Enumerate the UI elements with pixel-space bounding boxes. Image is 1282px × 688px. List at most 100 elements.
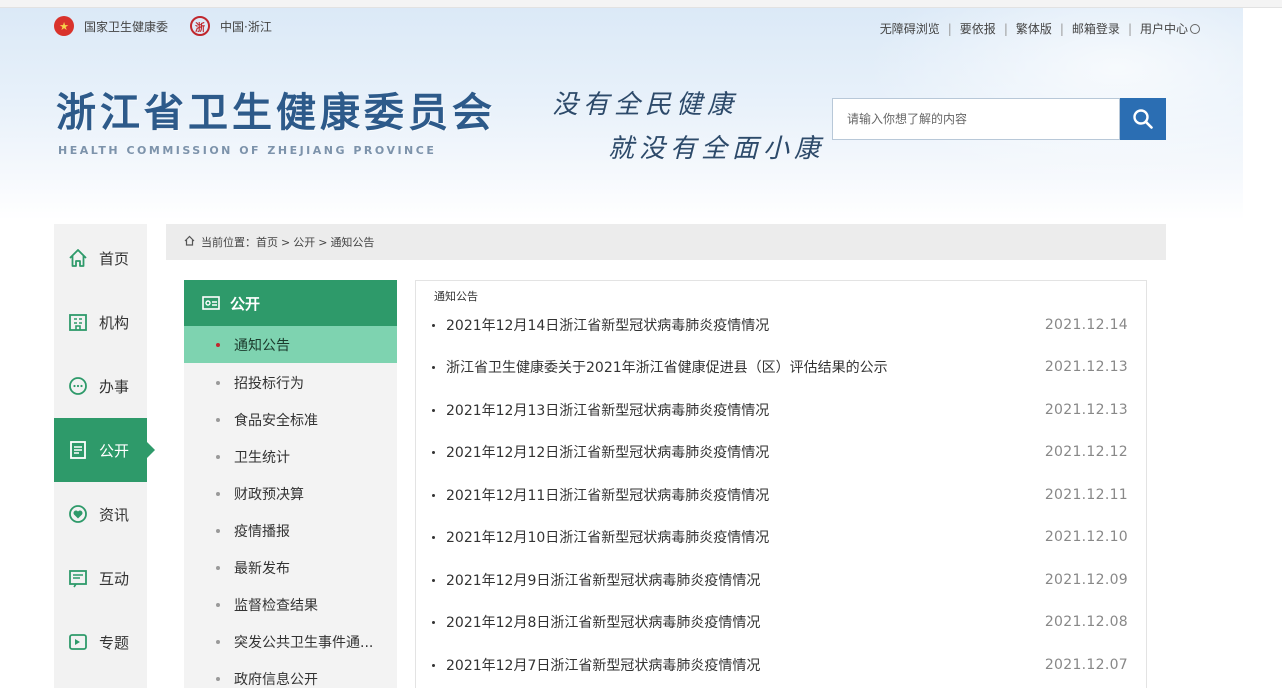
divider: | (1003, 21, 1008, 36)
news-date: 2021.12.14 (1044, 317, 1128, 333)
breadcrumb-separator: > (318, 235, 328, 249)
news-title[interactable]: 2021年12月11日浙江省新型冠状病毒肺炎疫情情况 (446, 485, 1132, 505)
divider: | (947, 21, 952, 36)
breadcrumb-public[interactable]: 公开 (293, 234, 315, 250)
news-title[interactable]: 2021年12月9日浙江省新型冠状病毒肺炎疫情情况 (446, 570, 1132, 590)
news-item[interactable]: 2021年12月8日浙江省新型冠状病毒肺炎疫情情况 2021.12.08 (432, 607, 1132, 637)
nav-item-news[interactable]: 资讯 (54, 482, 147, 546)
topic-icon (67, 631, 89, 653)
sub-menu-item-bidding[interactable]: 招投标行为 (184, 364, 397, 401)
panel-title: 通知公告 (434, 290, 478, 303)
sub-menu-item-epidemic[interactable]: 疫情播报 (184, 512, 397, 549)
divider: | (1059, 21, 1064, 36)
sub-menu-item-budget[interactable]: 财政预决算 (184, 475, 397, 512)
news-title[interactable]: 浙江省卫生健康委关于2021年浙江省健康促进县（区）评估结果的公示 (446, 357, 1132, 377)
bullet-icon (432, 620, 435, 624)
news-date: 2021.12.08 (1044, 614, 1128, 630)
user-circle-icon[interactable] (1190, 23, 1200, 34)
sub-menu-item-label: 最新发布 (234, 560, 290, 577)
site-title: 浙江省卫生健康委员会 (56, 89, 496, 136)
bullet-icon (432, 493, 435, 497)
sub-menu-item-label: 疫情播报 (234, 523, 290, 540)
nav-item-label: 专题 (99, 633, 130, 652)
divider: | (1127, 21, 1132, 36)
sub-menu-item-inspection[interactable]: 监督检查结果 (184, 586, 397, 623)
search-icon (1133, 109, 1153, 129)
news-title[interactable]: 2021年12月10日浙江省新型冠状病毒肺炎疫情情况 (446, 527, 1132, 547)
bullet-icon (216, 639, 220, 644)
breadcrumb-home[interactable]: 首页 (256, 234, 278, 250)
link-accessibility[interactable]: 无障碍浏览 (880, 20, 940, 37)
sub-menu-item-notices[interactable]: 通知公告 (184, 326, 397, 363)
sub-menu-item-label: 卫生统计 (234, 449, 290, 466)
bullet-icon (216, 491, 220, 496)
news-title[interactable]: 2021年12月7日浙江省新型冠状病毒肺炎疫情情况 (446, 655, 1132, 675)
interact-icon (67, 567, 89, 589)
link-user-center[interactable]: 用户中心 (1140, 20, 1188, 37)
china-zhejiang-logo-icon: 浙 (190, 16, 211, 36)
home-icon (184, 235, 195, 249)
nav-item-home[interactable]: 首页 (54, 226, 147, 290)
folder-icon (202, 295, 220, 311)
news-item[interactable]: 2021年12月14日浙江省新型冠状病毒肺炎疫情情况 2021.12.14 (432, 310, 1132, 340)
bullet-icon (216, 565, 220, 570)
link-traditional-chinese[interactable]: 繁体版 (1016, 20, 1052, 37)
slogan-line-2: 就没有全面小康 (608, 134, 826, 164)
search-input[interactable] (833, 99, 1119, 139)
news-item[interactable]: 2021年12月13日浙江省新型冠状病毒肺炎疫情情况 2021.12.13 (432, 395, 1132, 425)
news-item[interactable]: 2021年12月11日浙江省新型冠状病毒肺炎疫情情况 2021.12.11 (432, 480, 1132, 510)
link-mail-login[interactable]: 邮箱登录 (1072, 20, 1120, 37)
news-title[interactable]: 2021年12月12日浙江省新型冠状病毒肺炎疫情情况 (446, 442, 1132, 462)
nav-item-label: 办事 (99, 377, 130, 396)
slogan-line-1: 没有全民健康 (552, 90, 739, 120)
breadcrumb-prefix: 当前位置： (201, 236, 256, 249)
news-item[interactable]: 2021年12月12日浙江省新型冠状病毒肺炎疫情情况 2021.12.12 (432, 437, 1132, 467)
sub-menu-item-gov-info[interactable]: 政府信息公开 (184, 660, 397, 688)
search-button[interactable] (1120, 98, 1166, 140)
national-emblem-icon: ★ (54, 16, 74, 36)
news-title[interactable]: 2021年12月14日浙江省新型冠状病毒肺炎疫情情况 (446, 315, 1132, 335)
top-links-left: ★ 国家卫生健康委 浙 中国·浙江 (54, 16, 272, 36)
breadcrumb-current: 通知公告 (330, 236, 375, 249)
sub-menu-item-label: 通知公告 (234, 337, 290, 354)
bullet-icon (432, 535, 435, 539)
sub-menu-item-label: 突发公共卫生事件通... (234, 634, 374, 651)
bullet-icon (216, 417, 220, 422)
bullet-icon (432, 365, 435, 369)
link-china-zhejiang[interactable]: 中国·浙江 (220, 18, 272, 35)
nav-item-interaction[interactable]: 互动 (54, 546, 147, 610)
building-icon (67, 311, 89, 333)
news-date: 2021.12.13 (1044, 359, 1128, 375)
news-date: 2021.12.11 (1044, 487, 1128, 503)
news-date: 2021.12.09 (1044, 572, 1128, 588)
bullet-icon (216, 342, 220, 347)
news-title[interactable]: 2021年12月13日浙江省新型冠状病毒肺炎疫情情况 (446, 400, 1132, 420)
sub-menu-item-food-safety[interactable]: 食品安全标准 (184, 401, 397, 438)
news-item[interactable]: 2021年12月7日浙江省新型冠状病毒肺炎疫情情况 2021.12.07 (432, 650, 1132, 680)
sub-menu-item-label: 招投标行为 (234, 375, 304, 392)
link-national-health-commission[interactable]: 国家卫生健康委 (84, 18, 168, 35)
nav-item-services[interactable]: 办事 (54, 354, 147, 418)
sub-menu-item-label: 食品安全标准 (234, 412, 318, 429)
bullet-icon (216, 528, 220, 533)
sub-menu-item-label: 政府信息公开 (234, 671, 318, 688)
nav-item-label: 公开 (99, 441, 130, 460)
nav-item-organization[interactable]: 机构 (54, 290, 147, 354)
sub-menu-item-label: 监督检查结果 (234, 597, 318, 614)
nav-item-public[interactable]: 公开 (54, 418, 155, 482)
chat-icon (67, 375, 89, 397)
link-commission-report[interactable]: 要依报 (960, 20, 996, 37)
nav-item-label: 资讯 (99, 505, 130, 524)
sub-menu-item-emergency[interactable]: 突发公共卫生事件通... (184, 623, 397, 660)
sub-menu-item-latest[interactable]: 最新发布 (184, 549, 397, 586)
bullet-icon (432, 450, 435, 454)
news-date: 2021.12.13 (1044, 402, 1128, 418)
nav-item-label: 机构 (99, 313, 130, 332)
news-item[interactable]: 2021年12月10日浙江省新型冠状病毒肺炎疫情情况 2021.12.10 (432, 522, 1132, 552)
news-date: 2021.12.07 (1044, 657, 1128, 673)
sub-menu-item-statistics[interactable]: 卫生统计 (184, 438, 397, 475)
news-item[interactable]: 浙江省卫生健康委关于2021年浙江省健康促进县（区）评估结果的公示 2021.12… (432, 352, 1132, 382)
news-item[interactable]: 2021年12月9日浙江省新型冠状病毒肺炎疫情情况 2021.12.09 (432, 565, 1132, 595)
news-title[interactable]: 2021年12月8日浙江省新型冠状病毒肺炎疫情情况 (446, 612, 1132, 632)
nav-item-topics[interactable]: 专题 (54, 610, 147, 674)
